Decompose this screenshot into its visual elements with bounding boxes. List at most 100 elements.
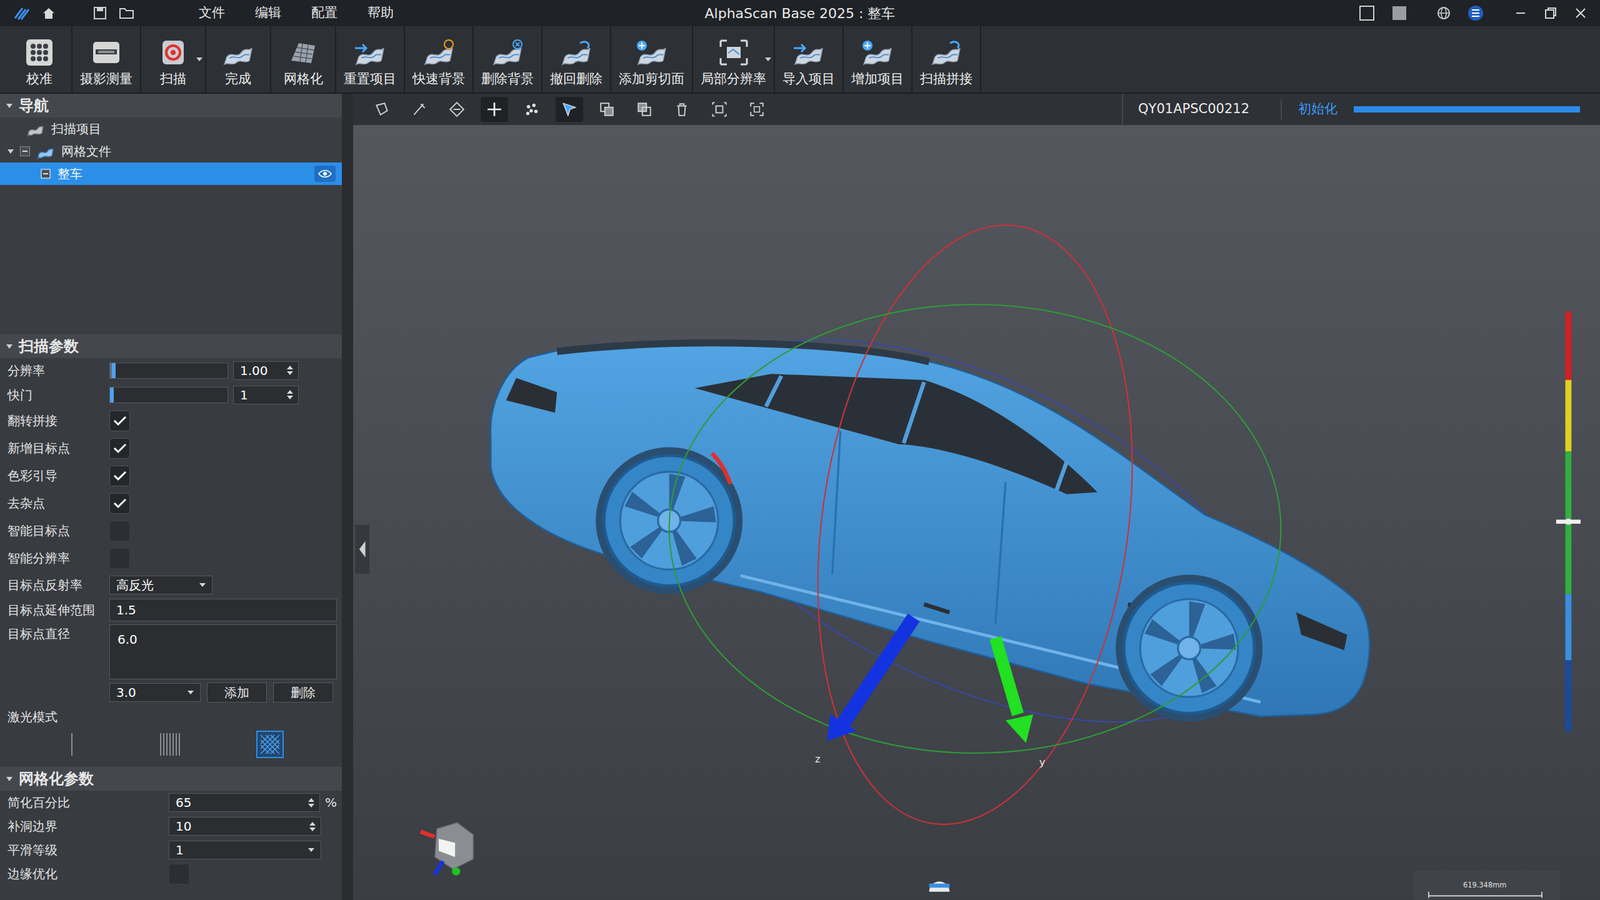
menu-item[interactable]: 编辑 bbox=[240, 3, 297, 24]
view-tool-button[interactable] bbox=[593, 96, 621, 122]
spin-arrows-icon[interactable] bbox=[281, 365, 299, 375]
value-spinbox[interactable]: 10 bbox=[168, 816, 322, 836]
checkbox[interactable] bbox=[109, 438, 130, 459]
visibility-toggle[interactable] bbox=[314, 165, 336, 182]
value-spinbox[interactable]: 1 bbox=[233, 385, 299, 405]
toolbar-button[interactable]: 快速背景 bbox=[405, 26, 473, 93]
checkbox[interactable] bbox=[109, 465, 130, 487]
scan-params-header[interactable]: 扫描参数 bbox=[0, 334, 342, 359]
list-button[interactable]: 添加 bbox=[206, 682, 267, 703]
tree-item[interactable]: 整车 bbox=[0, 162, 342, 185]
menu-item[interactable]: 帮助 bbox=[352, 3, 409, 24]
laser-mode-option[interactable] bbox=[58, 730, 86, 759]
decrement-icon[interactable] bbox=[286, 371, 294, 375]
increment-icon[interactable] bbox=[309, 821, 316, 826]
text-field[interactable]: 1.5 bbox=[109, 598, 337, 622]
toolbar-button[interactable]: 扫描拼接 bbox=[912, 26, 980, 93]
view-tool-button[interactable] bbox=[518, 96, 546, 122]
view-tool-button[interactable] bbox=[480, 96, 509, 122]
laser-mode-option[interactable] bbox=[256, 730, 284, 759]
value-spinbox[interactable]: 65 bbox=[168, 793, 320, 812]
toolbar-button[interactable]: 添加剪切面 bbox=[611, 26, 692, 93]
view-tool-button[interactable] bbox=[405, 96, 434, 122]
laser-mode-option[interactable] bbox=[156, 730, 185, 759]
tree-label: 网格文件 bbox=[61, 141, 336, 161]
view-tool-button[interactable] bbox=[668, 96, 696, 122]
dropdown-arrow-icon[interactable] bbox=[765, 57, 772, 62]
toolbar-button[interactable]: 撤回删除 bbox=[542, 26, 610, 93]
diameter-list[interactable]: 6.0 bbox=[109, 624, 337, 680]
spin-arrows-icon[interactable] bbox=[281, 390, 299, 400]
tree-item[interactable]: 扫描项目 bbox=[0, 117, 342, 140]
view-tool-button[interactable] bbox=[630, 96, 659, 122]
expand-toggle-icon[interactable] bbox=[7, 149, 14, 154]
view-tool-button[interactable] bbox=[368, 96, 396, 122]
mesh-file-icon bbox=[36, 143, 55, 160]
collapse-caret-icon bbox=[6, 103, 13, 109]
checkbox[interactable] bbox=[109, 410, 130, 432]
reflectivity-select[interactable]: 高反光 bbox=[109, 575, 213, 595]
toolbar-label: 撤回删除 bbox=[550, 69, 603, 90]
dropdown-arrow-icon bbox=[308, 848, 315, 852]
layout-full-icon bbox=[1391, 5, 1408, 22]
toolbar-button[interactable]: 完成 bbox=[206, 26, 270, 93]
toolbar-button[interactable]: 校准 bbox=[7, 26, 72, 93]
toolbar-button[interactable]: 网格化 bbox=[271, 26, 335, 93]
param-label: 快门 bbox=[7, 385, 105, 405]
view-tool-icon bbox=[523, 101, 540, 118]
color-scale-handle[interactable] bbox=[1556, 518, 1581, 525]
param-row: 补洞边界10 bbox=[0, 814, 342, 839]
spin-arrows-icon[interactable] bbox=[304, 821, 321, 832]
slider-track[interactable] bbox=[109, 362, 229, 379]
toolbar-button[interactable]: 摄影测量 bbox=[72, 26, 140, 93]
menu-item[interactable]: 文件 bbox=[183, 3, 240, 24]
view-tool-button[interactable] bbox=[555, 96, 584, 122]
increment-icon[interactable] bbox=[308, 798, 315, 802]
decrement-icon[interactable] bbox=[308, 803, 315, 808]
view-tool-icon bbox=[448, 101, 465, 118]
progress-track bbox=[1353, 106, 1580, 113]
param-row: 智能分辨率 bbox=[0, 544, 342, 572]
value-spinbox[interactable]: 1.00 bbox=[233, 361, 299, 380]
orientation-cube-icon[interactable] bbox=[420, 822, 474, 876]
param-label: 边缘优化 bbox=[7, 864, 164, 884]
toolbar-button[interactable]: 扫描 bbox=[141, 26, 205, 93]
tool-icon bbox=[718, 38, 750, 67]
param-row: 新增目标点 bbox=[0, 434, 342, 462]
view-tool-button[interactable] bbox=[443, 96, 471, 122]
diameter-select[interactable]: 3.0 bbox=[109, 683, 201, 702]
menu-item[interactable]: 配置 bbox=[296, 3, 353, 24]
decrement-icon[interactable] bbox=[286, 395, 294, 400]
toolbar-label: 重置项目 bbox=[343, 69, 397, 90]
list-button[interactable]: 删除 bbox=[273, 682, 334, 703]
tree-item[interactable]: 网格文件 bbox=[0, 140, 342, 163]
smooth-select[interactable]: 1 bbox=[168, 840, 322, 860]
collapse-box-icon[interactable] bbox=[20, 146, 30, 157]
dropdown-arrow-icon[interactable] bbox=[196, 57, 203, 62]
toolbar-label: 删除背景 bbox=[481, 69, 534, 90]
increment-icon[interactable] bbox=[286, 390, 294, 394]
checkbox[interactable] bbox=[109, 493, 130, 514]
checkbox[interactable] bbox=[109, 548, 130, 569]
view-tool-button[interactable] bbox=[743, 96, 771, 122]
3d-canvas[interactable]: zy619.348mm bbox=[353, 125, 1600, 900]
decrement-icon[interactable] bbox=[309, 827, 316, 832]
scene-view[interactable]: zy619.348mm bbox=[353, 125, 1600, 900]
toolbar-button[interactable]: 删除背景 bbox=[473, 26, 542, 93]
toolbar-button[interactable]: 增加项目 bbox=[843, 26, 912, 93]
checkbox[interactable] bbox=[109, 520, 130, 542]
view-tool-button[interactable] bbox=[705, 96, 734, 122]
toolbar-separator bbox=[140, 26, 142, 93]
checkbox[interactable] bbox=[168, 863, 190, 885]
home-view-icon[interactable] bbox=[929, 881, 950, 892]
param-row: 平滑等级1 bbox=[0, 838, 342, 862]
panel-splitter[interactable] bbox=[341, 93, 354, 900]
toolbar-button[interactable]: 导入项目 bbox=[775, 26, 843, 93]
navigation-header[interactable]: 导航 bbox=[0, 93, 342, 118]
toolbar-button[interactable]: 重置项目 bbox=[336, 26, 404, 93]
spin-arrows-icon[interactable] bbox=[303, 798, 320, 808]
mesh-params-header[interactable]: 网格化参数 bbox=[0, 766, 342, 791]
increment-icon[interactable] bbox=[286, 365, 294, 370]
slider-track[interactable] bbox=[109, 386, 229, 404]
toolbar-button[interactable]: 局部分辨率 bbox=[693, 26, 774, 93]
